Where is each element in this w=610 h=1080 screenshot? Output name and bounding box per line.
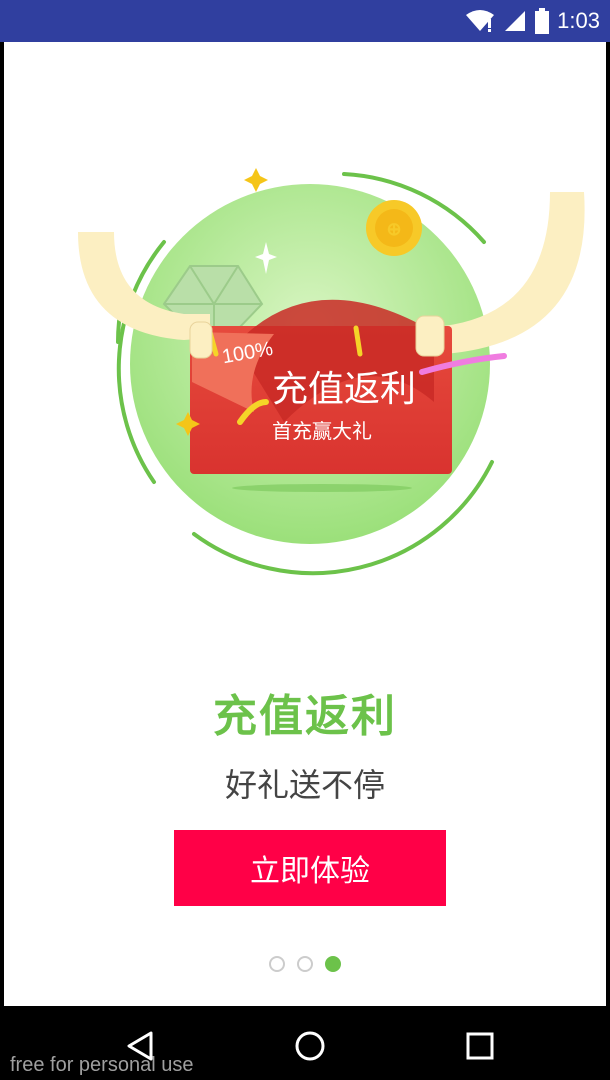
pager-dot-active[interactable] [325, 956, 341, 972]
status-icons: 1:03 [465, 6, 600, 36]
recents-button[interactable] [460, 1026, 500, 1066]
pager-indicator [4, 956, 606, 972]
onboarding-screen: ⊕ 100% 充值返利 首充赢大礼 充值返利 好礼送不停 立即体验 [4, 42, 606, 1006]
recharge-rebate-illustration: ⊕ [78, 168, 585, 576]
card-title: 充值返利 [272, 369, 417, 410]
battery-icon [535, 8, 550, 34]
card-subtitle: 首充赢大礼 [272, 419, 372, 443]
cell-signal-icon [505, 11, 526, 31]
right-hand [415, 315, 445, 357]
home-icon [295, 1031, 325, 1061]
pager-dot[interactable] [269, 956, 285, 972]
try-now-button[interactable]: 立即体验 [174, 830, 446, 906]
status-bar: 1:03 [0, 0, 610, 42]
status-time: 1:03 [557, 8, 600, 33]
left-hand [189, 321, 213, 359]
sparkle-icon [244, 168, 268, 192]
pager-dot[interactable] [297, 956, 313, 972]
svg-text:⊕: ⊕ [386, 219, 401, 239]
page-subline: 好礼送不停 [224, 766, 385, 804]
wifi-icon [466, 10, 495, 32]
watermark: free for personal use [10, 1054, 194, 1076]
recents-icon [466, 1032, 494, 1060]
page-headline: 充值返利 [213, 691, 397, 742]
home-button[interactable] [290, 1026, 330, 1066]
